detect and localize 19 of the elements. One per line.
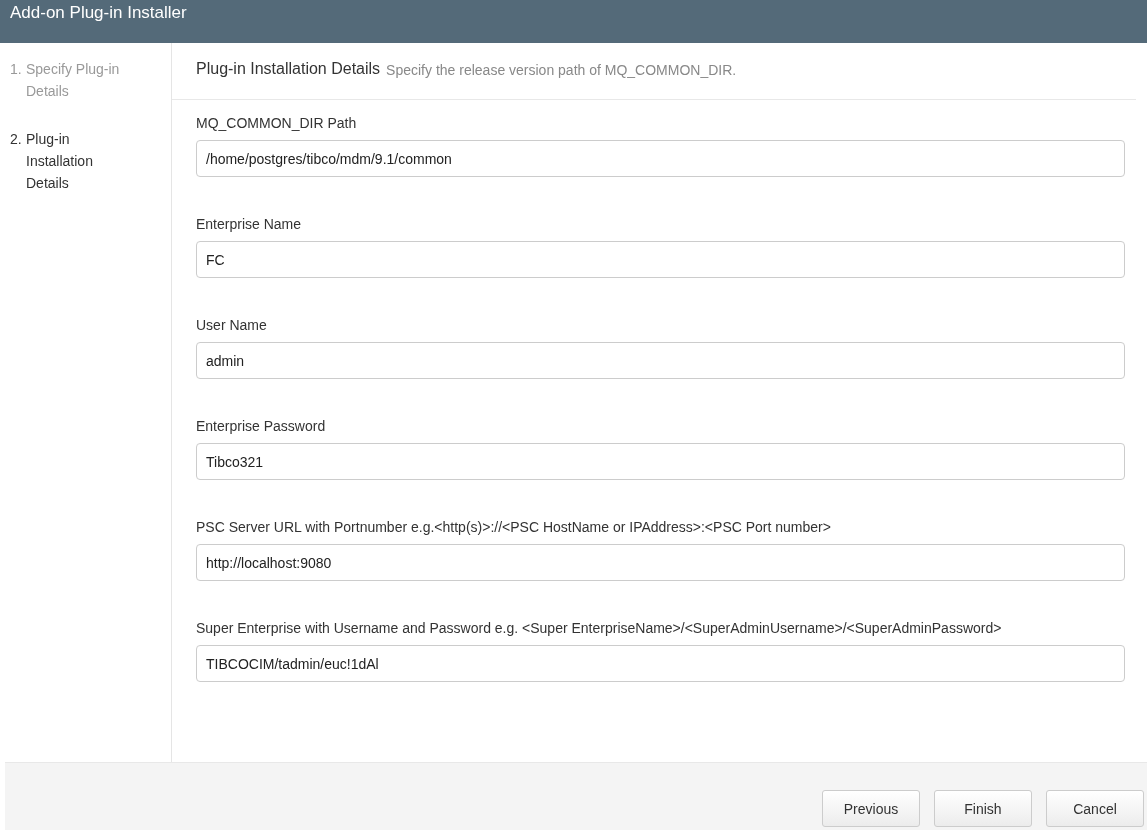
input-field[interactable]: http://localhost:9080: [196, 544, 1125, 581]
field-label: Enterprise Name: [196, 215, 303, 233]
previous-button[interactable]: Previous: [822, 790, 920, 827]
field-label: Enterprise Password: [196, 417, 327, 435]
cancel-button[interactable]: Cancel: [1046, 790, 1144, 827]
finish-button[interactable]: Finish: [934, 790, 1032, 827]
panel-subtitle: Specify the release version path of MQ_COMMON_DIR.: [386, 61, 737, 80]
input-field[interactable]: Tibco321: [196, 443, 1125, 480]
input-field[interactable]: /home/postgres/tibco/mdm/9.1/common: [196, 140, 1125, 177]
wizard-step[interactable]: 2. Plug-in Installation Details: [0, 128, 171, 194]
input-field[interactable]: TIBCOCIM/tadmin/euc!1dAl: [196, 645, 1125, 682]
input-field[interactable]: admin: [196, 342, 1125, 379]
window-title: Add-on Plug-in Installer: [10, 2, 187, 24]
field-label: Super Enterprise with Username and Password e.g. <Super EnterpriseName>/<SuperAdminUsername>/<SuperAdminPassword>: [196, 619, 1003, 637]
panel-title: Plug-in Installation Details: [196, 59, 381, 79]
input-field[interactable]: FC: [196, 241, 1125, 278]
field-label: PSC Server URL with Portnumber e.g.<http(s)>://<PSC HostName or IPAddress>:<PSC Port number>: [196, 518, 832, 536]
field-label: MQ_COMMON_DIR Path: [196, 114, 358, 132]
field-label: User Name: [196, 316, 268, 334]
